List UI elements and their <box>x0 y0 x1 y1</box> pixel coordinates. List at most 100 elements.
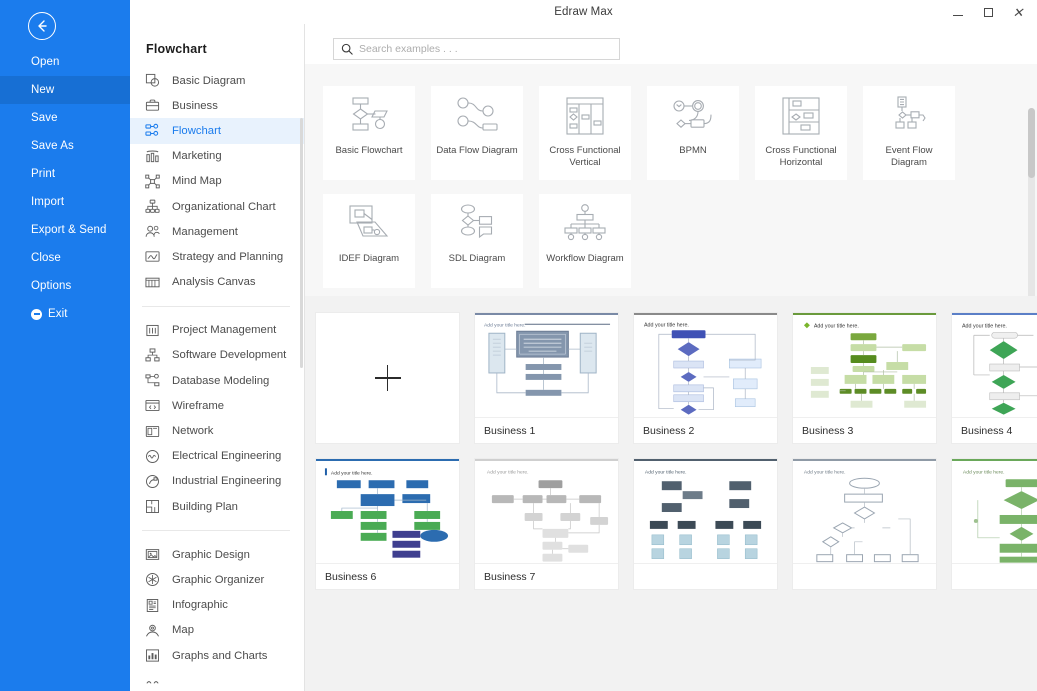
menu-item-import[interactable]: Import <box>0 188 130 216</box>
menu-item-exit[interactable]: Exit <box>0 300 130 328</box>
menu-label: Export & Send <box>31 224 107 236</box>
category-item-network[interactable]: Network <box>130 418 304 443</box>
category-item-basic-diagram[interactable]: Basic Diagram <box>130 68 304 93</box>
tile-label: Business 1 <box>475 417 618 443</box>
search-input[interactable] <box>359 43 619 55</box>
menu-item-close[interactable]: Close <box>0 244 130 272</box>
category-scrollbar[interactable] <box>300 118 303 368</box>
close-button[interactable]: ✕ <box>1003 0 1033 24</box>
category-label: Management <box>172 225 238 238</box>
template-tile[interactable]: Add your title here. <box>951 458 1037 590</box>
sdl-thumb-icon <box>432 195 522 253</box>
menu-item-save[interactable]: Save <box>0 104 130 132</box>
category-label: Strategy and Planning <box>172 250 284 263</box>
category-item-organizational-chart[interactable]: Organizational Chart <box>130 194 304 219</box>
tile-accent-bar <box>793 313 936 315</box>
category-item-infographic[interactable]: Infographic <box>130 593 304 618</box>
category-item-building-plan[interactable]: Building Plan <box>130 494 304 519</box>
window-controls: ✕ <box>943 0 1033 24</box>
category-item-graphs-and-charts[interactable]: Graphs and Charts <box>130 643 304 668</box>
svg-text:Add your title here.: Add your title here. <box>487 469 529 475</box>
type-panel-scroll-thumb[interactable] <box>1028 108 1035 178</box>
tile-preview: Add your title here. <box>318 463 457 563</box>
category-item-wireframe[interactable]: Wireframe <box>130 393 304 418</box>
tile-accent-bar <box>475 459 618 461</box>
category-label: Graphic Organizer <box>172 573 265 586</box>
tile-label: Business 2 <box>634 417 777 443</box>
category-label: Software Development <box>172 349 287 362</box>
template-tile[interactable]: Add your title here. <box>474 312 619 444</box>
template-tile[interactable]: Add your title here. <box>633 312 778 444</box>
template-gallery-scroll[interactable]: Add your title here. Business 1 Add your… <box>305 296 1037 691</box>
building-plan-icon <box>144 498 161 515</box>
menu-item-new[interactable]: New <box>0 76 130 104</box>
category-item-partial[interactable] <box>130 668 304 691</box>
event-flow-thumb-icon <box>864 87 954 145</box>
type-card-data-flow-diagram[interactable]: Data Flow Diagram <box>431 86 523 180</box>
category-label: Project Management <box>172 324 277 337</box>
management-icon <box>144 223 161 240</box>
tile-preview: Add your title here. <box>636 463 775 563</box>
category-label: Graphs and Charts <box>172 649 268 662</box>
category-item-graphic-design[interactable]: Graphic Design <box>130 542 304 567</box>
category-item-industrial-engineering[interactable]: Industrial Engineering <box>130 469 304 494</box>
category-item-database-modeling[interactable]: Database Modeling <box>130 368 304 393</box>
template-tile[interactable]: Add your title here. <box>474 458 619 590</box>
close-icon: ✕ <box>1012 4 1024 20</box>
menu-item-export-send[interactable]: Export & Send <box>0 216 130 244</box>
menu-item-save-as[interactable]: Save As <box>0 132 130 160</box>
type-card-basic-flowchart[interactable]: Basic Flowchart <box>323 86 415 180</box>
diagram-type-grid: Basic Flowchart Data Flow Diagram Cross … <box>323 86 1037 302</box>
category-item-analysis-canvas[interactable]: Analysis Canvas <box>130 270 304 295</box>
svg-text:Add your title here.: Add your title here. <box>814 323 859 329</box>
type-card-label: SDL Diagram <box>448 253 506 264</box>
tile-accent-bar <box>475 313 618 315</box>
category-label: Basic Diagram <box>172 74 246 87</box>
category-item-strategy-and-planning[interactable]: Strategy and Planning <box>130 244 304 269</box>
type-card-cross-functional-horizontal[interactable]: Cross Functional Horizontal <box>755 86 847 180</box>
type-card-bpmn[interactable]: BPMN <box>647 86 739 180</box>
category-item-electrical-engineering[interactable]: Electrical Engineering <box>130 444 304 469</box>
svg-text:Add your title here.: Add your title here. <box>331 470 373 476</box>
type-card-cross-functional-vertical[interactable]: Cross Functional Vertical <box>539 86 631 180</box>
tile-accent-bar <box>316 459 459 461</box>
template-tile[interactable]: Add your title here. <box>951 312 1037 444</box>
template-tile[interactable]: Add your title here. <box>633 458 778 590</box>
template-tile-blank[interactable] <box>315 312 460 444</box>
template-tile[interactable]: Add your title here. <box>792 458 937 590</box>
template-tile[interactable]: Add your title here. <box>315 458 460 590</box>
maximize-button[interactable] <box>973 0 1003 24</box>
search-box[interactable] <box>333 38 620 60</box>
tile-preview: Add your title here. <box>795 463 934 563</box>
tile-label <box>952 563 1037 589</box>
type-card-event-flow-diagram[interactable]: Event Flow Diagram <box>863 86 955 180</box>
menu-item-print[interactable]: Print <box>0 160 130 188</box>
category-item-business[interactable]: Business <box>130 93 304 118</box>
category-item-map[interactable]: Map <box>130 618 304 643</box>
org-chart-icon <box>144 198 161 215</box>
category-item-mind-map[interactable]: Mind Map <box>130 169 304 194</box>
template-tile[interactable]: Add your title here. <box>792 312 937 444</box>
category-item-flowchart[interactable]: Flowchart <box>130 118 304 144</box>
type-card-label: Event Flow Diagram <box>885 145 933 168</box>
category-item-software-development[interactable]: Software Development <box>130 343 304 368</box>
maximize-icon <box>983 7 993 17</box>
menu-label: Save As <box>31 140 74 152</box>
category-label: Analysis Canvas <box>172 276 256 289</box>
category-item-project-management[interactable]: Project Management <box>130 318 304 343</box>
category-label: Marketing <box>172 150 222 163</box>
type-card-sdl-diagram[interactable]: SDL Diagram <box>431 194 523 288</box>
template-gallery: Add your title here. Business 1 Add your… <box>305 296 1037 604</box>
type-card-idef-diagram[interactable]: IDEF Diagram <box>323 194 415 288</box>
menu-item-options[interactable]: Options <box>0 272 130 300</box>
category-item-management[interactable]: Management <box>130 219 304 244</box>
back-button[interactable] <box>28 12 56 40</box>
category-item-graphic-organizer[interactable]: Graphic Organizer <box>130 567 304 592</box>
menu-item-open[interactable]: Open <box>0 48 130 76</box>
science-icon <box>144 672 161 689</box>
minimize-button[interactable] <box>943 0 973 24</box>
type-card-label: Basic Flowchart <box>335 145 403 156</box>
category-item-marketing[interactable]: Marketing <box>130 144 304 169</box>
type-card-workflow-diagram[interactable]: Workflow Diagram <box>539 194 631 288</box>
main-content: Basic Flowchart Data Flow Diagram <box>305 24 1037 691</box>
